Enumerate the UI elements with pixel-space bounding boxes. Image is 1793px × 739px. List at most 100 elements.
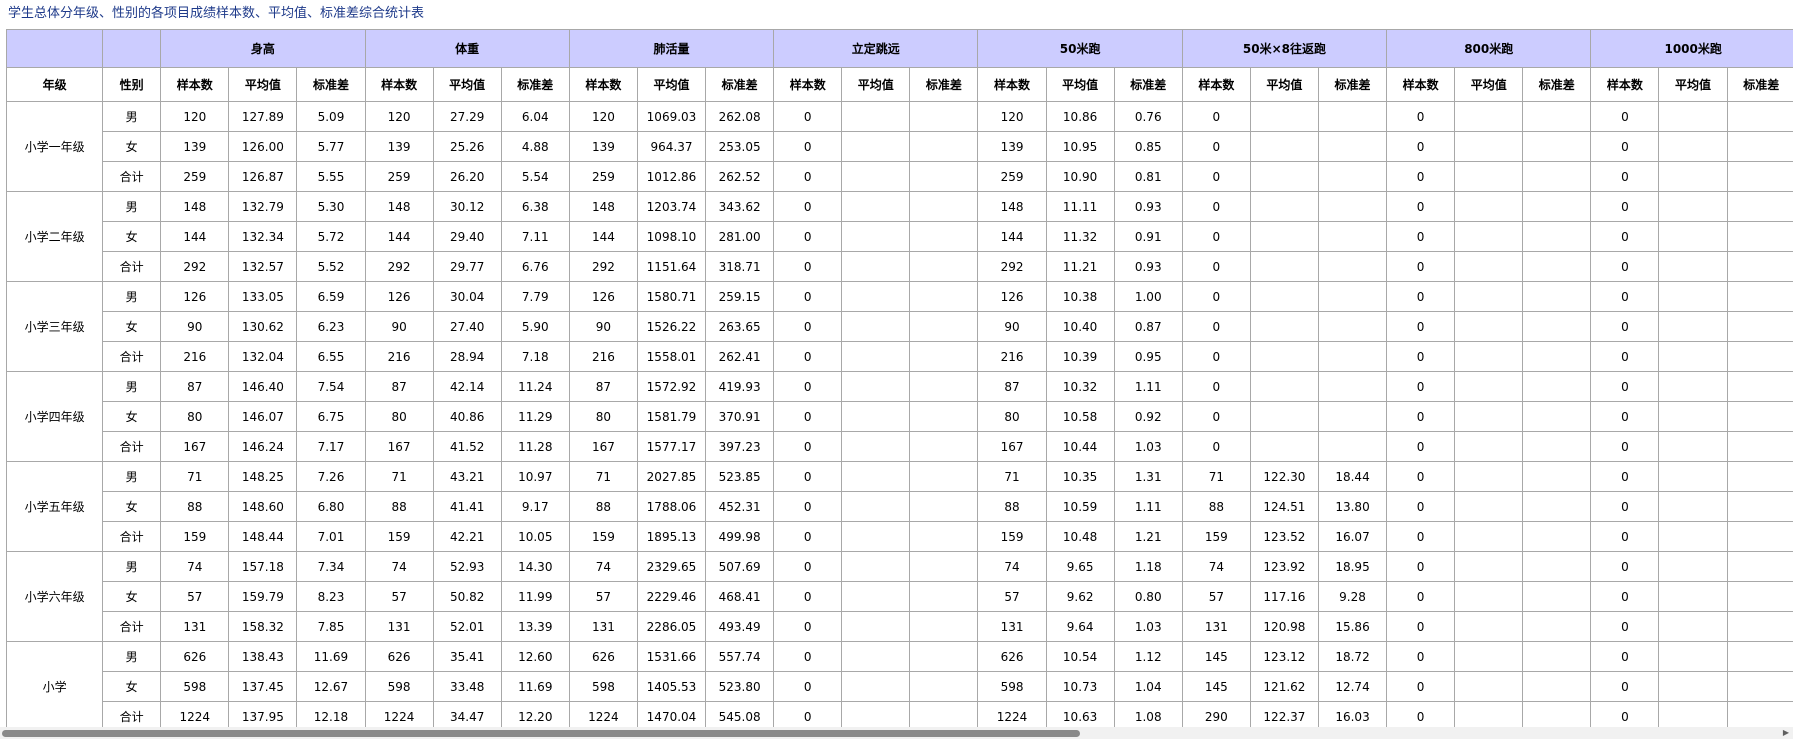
cell-value bbox=[1317, 341, 1388, 372]
cell-value bbox=[1249, 281, 1319, 312]
cell-value: 42.14 bbox=[432, 371, 502, 402]
cell-value bbox=[1658, 311, 1728, 342]
cell-value bbox=[1454, 521, 1524, 552]
cell-value: 0 bbox=[1590, 671, 1660, 702]
cell-value: 0 bbox=[1386, 131, 1456, 162]
cell-value: 159 bbox=[977, 521, 1047, 552]
header-row-sub: 年级 性别 样本数 平均值 标准差 样本数 平均值 标准差 样本数 平均值 标准差 样本数 平均值标… bbox=[6, 67, 1793, 102]
cell-value: 11.24 bbox=[500, 371, 570, 402]
cell-value: 370.91 bbox=[705, 401, 775, 432]
cell-value: 88 bbox=[1181, 491, 1251, 522]
cell-value: 13.80 bbox=[1317, 491, 1388, 522]
cell-value: 34.47 bbox=[432, 701, 502, 727]
cell-value: 598 bbox=[364, 671, 434, 702]
cell-value bbox=[841, 131, 911, 162]
cell-value bbox=[1522, 491, 1592, 522]
scroll-right-icon[interactable]: ▶ bbox=[1781, 728, 1791, 738]
cell-value: 1.00 bbox=[1113, 281, 1183, 312]
cell-value bbox=[1249, 431, 1319, 462]
cell-value: 0.85 bbox=[1113, 131, 1183, 162]
cell-value: 0.80 bbox=[1113, 581, 1183, 612]
subheader-std-dev: 标准差 bbox=[1317, 67, 1388, 102]
header-item-lung-capacity: 肺活量 bbox=[568, 29, 775, 68]
cell-value: 1012.86 bbox=[636, 161, 707, 192]
cell-value bbox=[841, 551, 911, 582]
cell-value: 626 bbox=[364, 641, 434, 672]
cell-value bbox=[1317, 221, 1388, 252]
cell-value: 12.20 bbox=[500, 701, 570, 727]
cell-value: 0 bbox=[1386, 221, 1456, 252]
cell-value: 146.40 bbox=[228, 371, 298, 402]
cell-value: 10.38 bbox=[1045, 281, 1115, 312]
cell-value: 1.04 bbox=[1113, 671, 1183, 702]
cell-value: 0 bbox=[1386, 311, 1456, 342]
cell-value bbox=[909, 341, 979, 372]
cell-value: 88 bbox=[364, 491, 434, 522]
cell-value: 1580.71 bbox=[636, 281, 707, 312]
cell-value bbox=[909, 161, 979, 192]
cell-value bbox=[1317, 311, 1388, 342]
cell-value: 6.76 bbox=[500, 251, 570, 282]
cell-value: 1405.53 bbox=[636, 671, 707, 702]
table-row: 女 80 146.07 6.75 80 40.86 11.29 80 1581.79 370.91… bbox=[7, 401, 1793, 432]
cell-value: 0.93 bbox=[1113, 191, 1183, 222]
cell-value: 292 bbox=[977, 251, 1047, 282]
cell-gender: 女 bbox=[102, 131, 162, 162]
cell-value: 139 bbox=[160, 131, 230, 162]
cell-gender: 男 bbox=[102, 371, 162, 402]
cell-value: 0 bbox=[1590, 521, 1660, 552]
cell-value: 148.44 bbox=[228, 521, 298, 552]
cell-value: 1470.04 bbox=[636, 701, 707, 727]
table-row: 小学三年级男 126 133.05 6.59 126 30.04 7.79 126 1580.7… bbox=[6, 281, 1793, 372]
cell-value: 0.87 bbox=[1113, 311, 1183, 342]
cell-value: 9.28 bbox=[1317, 581, 1388, 612]
cell-value bbox=[1317, 131, 1388, 162]
cell-value: 318.71 bbox=[705, 251, 775, 282]
stats-table-container[interactable]: 身高 体重 肺活量 立定跳远 50米跑 50米×8往返跑 800米跑 1000米… bbox=[6, 29, 1793, 727]
cell-value bbox=[1658, 581, 1728, 612]
subheader-std-dev: 标准差 bbox=[1522, 67, 1592, 102]
horizontal-scrollbar[interactable]: ▶ bbox=[0, 727, 1793, 739]
header-item-50m-shuttle: 50米×8往返跑 bbox=[1181, 29, 1388, 68]
cell-value bbox=[1522, 671, 1592, 702]
scrollbar-thumb[interactable] bbox=[2, 730, 1080, 737]
cell-value: 1069.03 bbox=[636, 101, 707, 132]
cell-value: 132.79 bbox=[228, 191, 298, 222]
table-row: 合计 292 132.57 5.52 292 29.77 6.76 292 1151.64 318… bbox=[7, 251, 1793, 282]
cell-value: 7.18 bbox=[500, 341, 570, 372]
cell-value bbox=[1726, 191, 1793, 222]
cell-value: 7.85 bbox=[296, 611, 366, 642]
cell-value bbox=[1454, 191, 1524, 222]
table-row: 合计 159 148.44 7.01 159 42.21 10.05 159 1895.13 49… bbox=[7, 521, 1793, 552]
cell-value: 74 bbox=[1181, 551, 1251, 582]
cell-value: 14.30 bbox=[500, 551, 570, 582]
cell-value: 7.17 bbox=[296, 431, 366, 462]
cell-value: 0 bbox=[1590, 641, 1660, 672]
table-row: 小学男 626 138.43 11.69 626 35.41 12.60 626 1531.66… bbox=[6, 641, 1793, 727]
cell-value bbox=[1726, 521, 1793, 552]
cell-value: 27.40 bbox=[432, 311, 502, 342]
cell-gender: 合计 bbox=[102, 611, 162, 642]
cell-value: 123.12 bbox=[1249, 641, 1319, 672]
cell-value bbox=[841, 251, 911, 282]
cell-value: 87 bbox=[977, 371, 1047, 402]
cell-value bbox=[1454, 461, 1524, 492]
cell-value bbox=[1522, 431, 1592, 462]
cell-gender: 合计 bbox=[102, 431, 162, 462]
cell-value bbox=[1658, 101, 1728, 132]
cell-value bbox=[1522, 641, 1592, 672]
cell-value bbox=[1317, 191, 1388, 222]
cell-value bbox=[1522, 581, 1592, 612]
cell-value bbox=[1249, 161, 1319, 192]
cell-value bbox=[909, 701, 979, 727]
cell-value: 0 bbox=[1181, 431, 1251, 462]
subheader-std-dev: 标准差 bbox=[500, 67, 570, 102]
cell-value: 29.77 bbox=[432, 251, 502, 282]
cell-value: 1581.79 bbox=[636, 401, 707, 432]
cell-value bbox=[841, 371, 911, 402]
cell-value: 131 bbox=[977, 611, 1047, 642]
cell-value: 11.69 bbox=[500, 671, 570, 702]
cell-value: 1151.64 bbox=[636, 251, 707, 282]
cell-value: 292 bbox=[568, 251, 638, 282]
cell-value: 0 bbox=[773, 341, 843, 372]
